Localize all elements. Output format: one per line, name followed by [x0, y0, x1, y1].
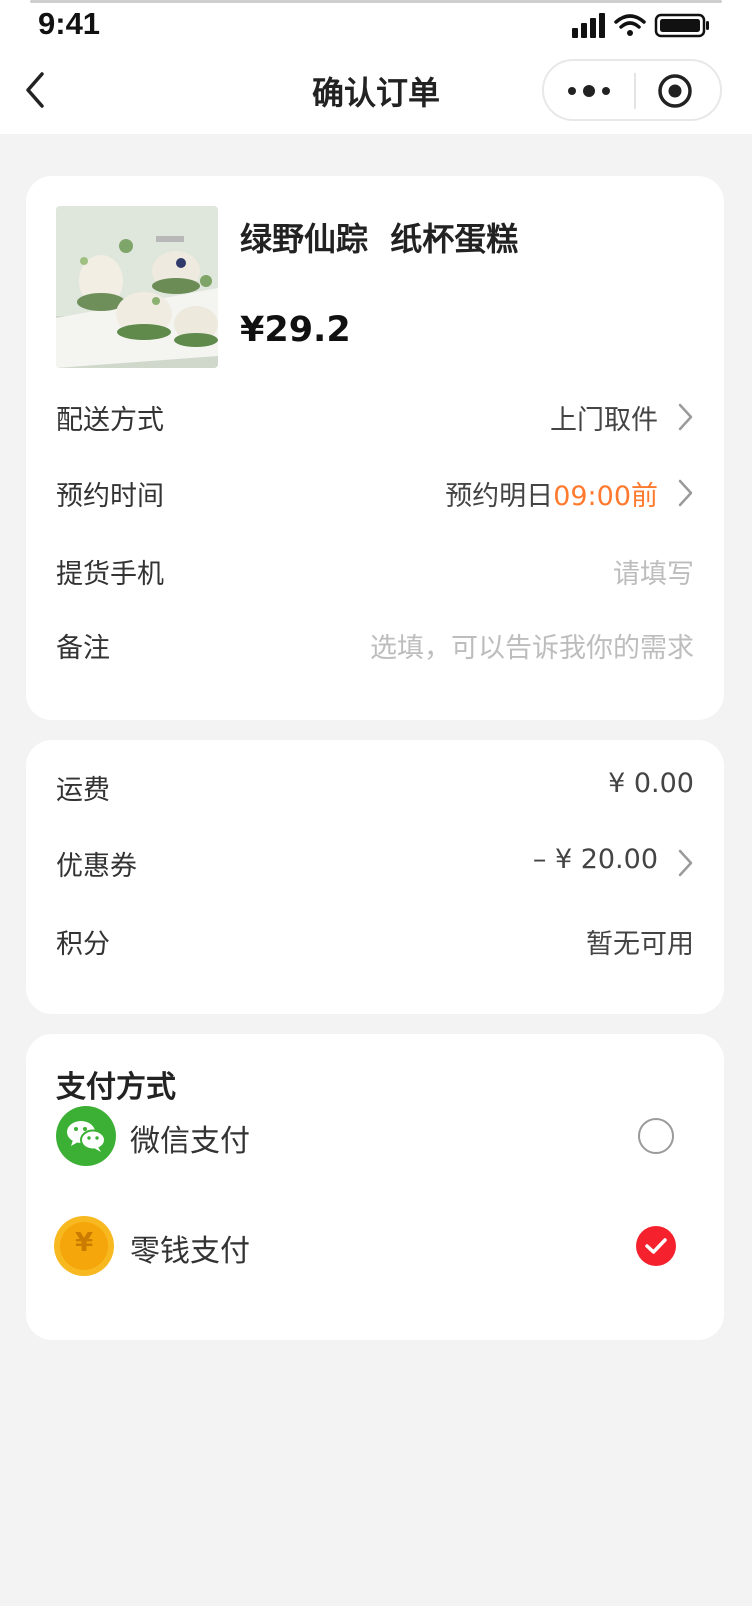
coupon-label: 优惠券 [56, 851, 137, 882]
remark-label: 备注 [56, 633, 110, 664]
appointment-row[interactable]: 预约时间 预约明日09:00前 [26, 466, 724, 516]
delivery-label: 配送方式 [56, 405, 164, 436]
battery-icon [654, 13, 709, 38]
shipping-fee-label: 运费 [56, 775, 110, 806]
remark-input[interactable]: 选填，可以告诉我你的需求 [370, 626, 694, 665]
pickup-phone-input[interactable]: 请填写 [613, 552, 694, 591]
pickup-phone-row[interactable]: 提货手机 请填写 [26, 544, 724, 594]
product-image [56, 206, 218, 368]
payment-card: 支付方式 微信支付 ¥ 零钱支付 [26, 1034, 724, 1340]
delivery-row[interactable]: 配送方式 上门取件 [26, 390, 724, 440]
balance-pay-label: 零钱支付 [130, 1234, 250, 1269]
status-time: 9:41 [38, 6, 101, 41]
shipping-fee-row: 运费 ¥ 0.00 [26, 760, 724, 810]
wechat-icon [56, 1106, 116, 1166]
order-info-card: 绿野仙踪 纸杯蛋糕 ¥29.2 配送方式 上门取件 预约时间 预约明日09:00… [26, 176, 724, 720]
coupon-value: – ¥ 20.00 [532, 844, 658, 875]
chevron-right-icon [676, 478, 694, 508]
appointment-label: 预约时间 [56, 481, 164, 512]
close-mini-program-icon[interactable] [657, 73, 693, 109]
wechat-pay-radio[interactable] [638, 1118, 674, 1154]
coupon-row[interactable]: 优惠券 – ¥ 20.00 [26, 836, 724, 886]
chevron-right-icon [676, 402, 694, 432]
top-edge-line [30, 0, 722, 3]
wechat-pay-option[interactable]: 微信支付 [26, 1096, 724, 1176]
product-name: 绿野仙踪 纸杯蛋糕 [240, 220, 519, 258]
points-label: 积分 [56, 929, 110, 960]
status-icons [572, 10, 712, 40]
coin-glyph: ¥ [74, 1228, 94, 1258]
shipping-fee-value: ¥ 0.00 [608, 768, 694, 799]
appointment-value: 预约明日09:00前 [445, 474, 658, 513]
capsule-divider [634, 73, 636, 109]
remark-row[interactable]: 备注 选填，可以告诉我你的需求 [26, 618, 724, 668]
more-icon[interactable] [562, 79, 616, 103]
fees-card: 运费 ¥ 0.00 优惠券 – ¥ 20.00 积分 暂无可用 [26, 740, 724, 1014]
appointment-day: 预约明日 [445, 481, 554, 512]
wifi-icon [614, 14, 646, 36]
chevron-right-icon [676, 848, 694, 878]
pickup-phone-label: 提货手机 [56, 559, 164, 590]
signal-icon [572, 13, 605, 38]
check-icon [645, 1238, 667, 1254]
balance-pay-radio[interactable] [636, 1226, 676, 1266]
mini-program-capsule [542, 59, 722, 121]
appointment-time: 09:00前 [553, 481, 658, 512]
balance-pay-option[interactable]: ¥ 零钱支付 [26, 1206, 724, 1286]
delivery-value: 上门取件 [550, 405, 658, 436]
coin-icon: ¥ [54, 1216, 114, 1276]
points-row: 积分 暂无可用 [26, 914, 724, 964]
wechat-pay-label: 微信支付 [130, 1124, 250, 1159]
points-value: 暂无可用 [586, 929, 694, 960]
product-price: ¥29.2 [240, 310, 351, 350]
